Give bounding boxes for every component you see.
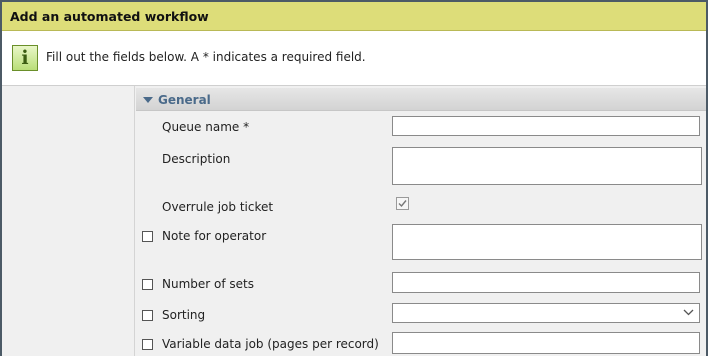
- section-label: General: [158, 93, 211, 107]
- note-for-operator-checkbox[interactable]: [142, 231, 153, 242]
- sorting-select[interactable]: [392, 303, 700, 323]
- sorting-checkbox[interactable]: [142, 310, 153, 321]
- chevron-down-icon: [683, 309, 694, 316]
- info-bar: i Fill out the fields below. A * indicat…: [2, 31, 706, 86]
- caret-down-icon: [143, 97, 153, 103]
- info-text: Fill out the fields below. A * indicates…: [46, 50, 366, 64]
- variable-data-job-checkbox[interactable]: [142, 339, 153, 350]
- overrule-job-ticket-label: Overrule job ticket: [162, 200, 274, 214]
- description-textarea[interactable]: [392, 147, 702, 185]
- section-header-general[interactable]: General: [136, 88, 706, 111]
- note-for-operator-label: Note for operator: [162, 229, 267, 243]
- description-label: Description: [162, 152, 231, 166]
- sorting-label: Sorting: [162, 308, 206, 322]
- checkmark-icon: [398, 200, 407, 208]
- title-bar: Add an automated workflow: [2, 2, 706, 31]
- dialog-title: Add an automated workflow: [10, 9, 209, 24]
- overrule-job-ticket-checkbox[interactable]: [396, 197, 409, 210]
- dialog: Add an automated workflow i Fill out the…: [2, 2, 706, 356]
- number-of-sets-label: Number of sets: [162, 277, 254, 291]
- number-of-sets-input[interactable]: [392, 272, 700, 293]
- note-for-operator-textarea[interactable]: [392, 224, 702, 260]
- variable-data-job-label: Variable data job (pages per record): [162, 337, 379, 351]
- info-icon: i: [12, 45, 38, 71]
- variable-data-job-input[interactable]: [392, 332, 700, 354]
- queue-name-label: Queue name *: [162, 120, 250, 134]
- number-of-sets-checkbox[interactable]: [142, 279, 153, 290]
- queue-name-input[interactable]: [392, 116, 700, 136]
- left-pane: [2, 86, 135, 356]
